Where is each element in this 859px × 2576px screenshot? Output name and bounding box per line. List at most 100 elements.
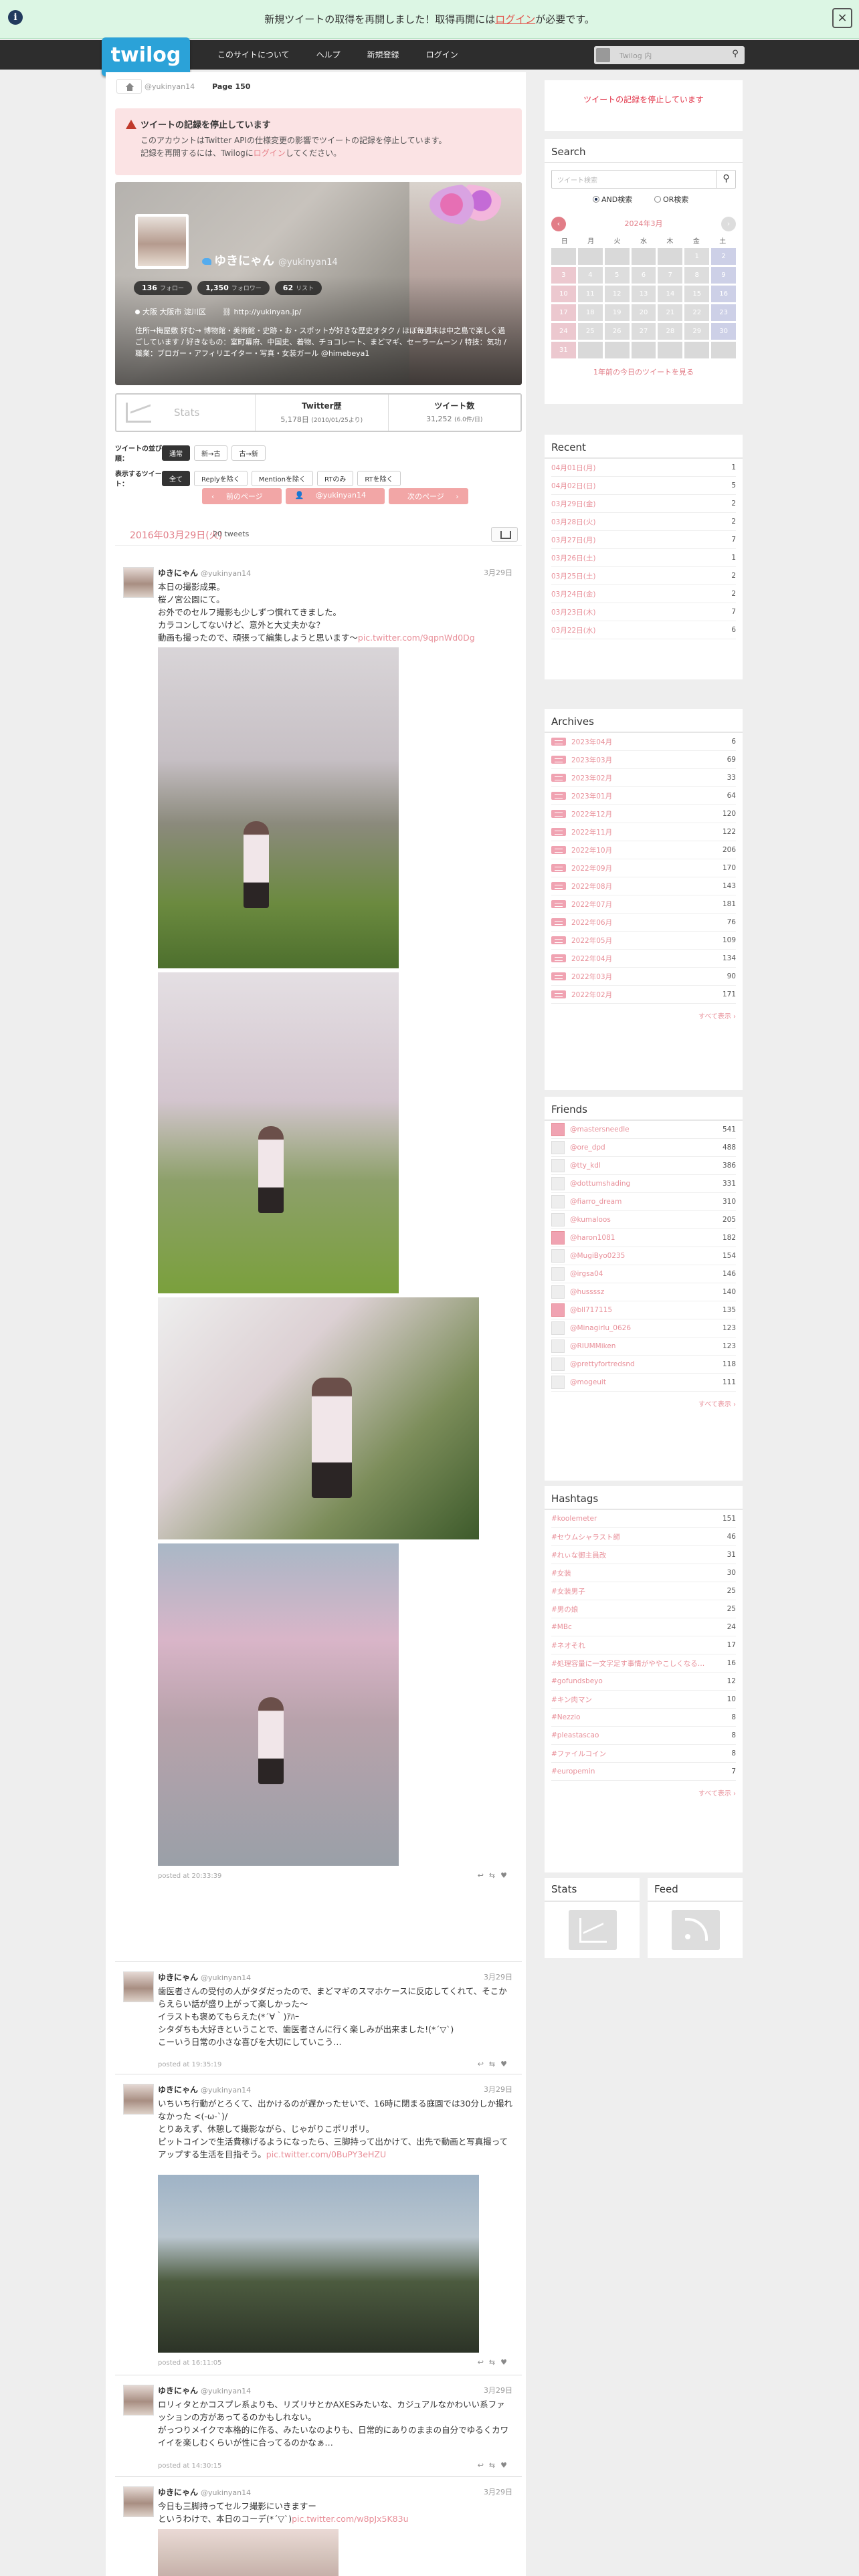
archive-item[interactable]: 2022年05月 109 — [551, 932, 736, 950]
recent-item-label[interactable]: 03月27日(月) — [551, 535, 595, 545]
tweet-date[interactable]: 3月29日 — [484, 2486, 512, 2497]
friend-item-label[interactable]: @mogeuit — [551, 1376, 606, 1389]
nav-signup[interactable]: 新規登録 — [354, 40, 413, 70]
tweet-date[interactable]: 3月29日 — [484, 567, 512, 578]
recent-item[interactable]: 03月28日(火) 2 — [551, 513, 736, 531]
calendar-day[interactable]: 24 — [551, 323, 576, 340]
archive-item-label[interactable]: 2022年08月 — [551, 881, 612, 891]
friend-item[interactable]: @mastersneedle 541 — [551, 1121, 736, 1139]
calendar-day[interactable]: 1 — [684, 248, 710, 265]
show-rt-only[interactable]: RTのみ — [316, 470, 354, 486]
friend-item-label[interactable]: @kumaloos — [551, 1213, 611, 1226]
friend-item[interactable]: @bll717115 135 — [551, 1301, 736, 1319]
recent-item-label[interactable]: 03月25日(土) — [551, 571, 595, 581]
friend-item[interactable]: @dottumshading 331 — [551, 1175, 736, 1193]
calendar-day[interactable]: 8 — [684, 267, 710, 284]
hashtag-item[interactable]: #MBc 24 — [551, 1618, 736, 1636]
calendar-day[interactable]: 9 — [711, 267, 736, 284]
tweet-actions[interactable]: ↩⇆♥ — [478, 2060, 512, 2068]
hashtag-item[interactable]: #女装 30 — [551, 1564, 736, 1582]
tweet-time[interactable]: posted at 14:30:15 — [158, 2462, 221, 2470]
calendar-next-button[interactable]: › — [721, 217, 736, 231]
recent-item-label[interactable]: 03月29日(金) — [551, 499, 595, 509]
tweet-actions[interactable]: ↩⇆♥ — [478, 1871, 512, 1880]
friend-item[interactable]: @hussssz 140 — [551, 1283, 736, 1301]
friend-item-label[interactable]: @ore_dpd — [551, 1141, 605, 1154]
archive-item[interactable]: 2023年01月 64 — [551, 787, 736, 805]
calendar-day[interactable]: 21 — [658, 304, 683, 321]
hashtag-item-label[interactable]: #女装 — [551, 1568, 571, 1578]
archive-item-label[interactable]: 2022年11月 — [551, 827, 612, 837]
stats-link[interactable]: Stats — [116, 395, 256, 431]
friend-item-label[interactable]: @bll717115 — [551, 1303, 612, 1317]
tweet-avatar[interactable] — [123, 2486, 154, 2517]
hashtag-item[interactable]: #キン肉マン 10 — [551, 1691, 736, 1709]
recent-item[interactable]: 04月02日(日) 5 — [551, 477, 736, 495]
hashtag-item-label[interactable]: #れぃな御主員改 — [551, 1550, 606, 1560]
friend-item[interactable]: @Minagirlu_0626 123 — [551, 1319, 736, 1337]
calendar-day[interactable]: 5 — [604, 267, 630, 284]
hashtag-item-label[interactable]: #キン肉マン — [551, 1695, 592, 1705]
calendar-day[interactable]: 18 — [577, 304, 603, 321]
tweet-photo[interactable] — [158, 2175, 479, 2353]
prev-page-button[interactable]: ‹ 前のページ — [202, 488, 282, 504]
tweet-photo[interactable] — [158, 647, 399, 968]
archive-item[interactable]: 2022年02月 171 — [551, 986, 736, 1004]
day-date[interactable]: 2016年03月29日(火) — [130, 528, 222, 542]
one-year-ago-link[interactable]: 1年前の今日のツイートを見る — [551, 366, 736, 377]
show-no-rt[interactable]: RTを除く — [357, 470, 401, 486]
feed-widget[interactable]: Feed — [648, 1878, 743, 1958]
calendar-day[interactable]: 6 — [631, 267, 656, 284]
archive-item-label[interactable]: 2022年07月 — [551, 899, 612, 909]
tweet-avatar[interactable] — [123, 2084, 154, 2115]
friend-item-label[interactable]: @irgsa04 — [551, 1267, 603, 1281]
tweet-photo[interactable] — [158, 972, 399, 1293]
tweet-author[interactable]: ゆきにゃん @yukinyan14 — [158, 567, 251, 578]
show-no-reply[interactable]: Replyを除く — [194, 470, 248, 486]
search-icon[interactable]: ⚲ — [717, 170, 735, 189]
friends-more-link[interactable]: すべて表示 › — [551, 1392, 736, 1415]
hashtag-item-label[interactable]: #ネオそれ — [551, 1640, 585, 1650]
hashtag-item-label[interactable]: #gofundsbeyo — [551, 1677, 603, 1685]
tweet-time[interactable]: posted at 20:33:39 — [158, 1872, 221, 1880]
rss-icon[interactable] — [672, 1910, 720, 1950]
home-icon[interactable] — [116, 79, 142, 94]
hashtag-item[interactable]: #処理容量に一文字足す事情がややこしくなる… 16 — [551, 1654, 736, 1673]
hashtag-item[interactable]: #ファイルコイン 8 — [551, 1745, 736, 1763]
archive-item[interactable]: 2022年08月 143 — [551, 877, 736, 895]
hashtags-more-link[interactable]: すべて表示 › — [551, 1781, 736, 1804]
tweet-avatar[interactable] — [123, 2385, 154, 2416]
archive-item[interactable]: 2022年07月 181 — [551, 895, 736, 914]
friend-item[interactable]: @mogeuit 111 — [551, 1374, 736, 1392]
hashtag-item-label[interactable]: #europemin — [551, 1767, 595, 1776]
profile-avatar[interactable] — [135, 214, 189, 269]
calendar-day[interactable]: 20 — [631, 304, 656, 321]
calendar-day[interactable]: 12 — [604, 286, 630, 302]
follower-count[interactable]: 1,350 フォロワー — [197, 281, 270, 295]
archive-item-label[interactable]: 2022年06月 — [551, 918, 612, 928]
calendar-day[interactable]: 11 — [577, 286, 603, 302]
list-count[interactable]: 62 リスト — [274, 281, 322, 295]
header-search-input[interactable]: Twilog 内 ⚲ — [594, 46, 745, 64]
calendar-day[interactable]: 16 — [711, 286, 736, 302]
hashtag-item-label[interactable]: #ファイルコイン — [551, 1749, 606, 1759]
hashtag-item-label[interactable]: #koolemeter — [551, 1515, 597, 1523]
hashtag-item[interactable]: #europemin 7 — [551, 1763, 736, 1781]
recent-item[interactable]: 03月22日(水) 6 — [551, 621, 736, 639]
next-page-button[interactable]: 次のページ › — [389, 488, 468, 504]
hashtag-item[interactable]: #男の娘 25 — [551, 1600, 736, 1618]
friend-item-label[interactable]: @dottumshading — [551, 1177, 630, 1190]
archives-more-link[interactable]: すべて表示 › — [551, 1004, 736, 1027]
tweet-search-input[interactable]: ツイート検索 ⚲ — [551, 170, 736, 189]
share-icon[interactable] — [491, 527, 518, 542]
friend-item-label[interactable]: @prettyfortredsnd — [551, 1358, 635, 1371]
archive-item[interactable]: 2022年09月 170 — [551, 859, 736, 877]
archive-item-label[interactable]: 2023年02月 — [551, 773, 612, 783]
hashtag-item-label[interactable]: #女装男子 — [551, 1586, 585, 1596]
calendar-day[interactable]: 28 — [658, 323, 683, 340]
archive-item[interactable]: 2022年12月 120 — [551, 805, 736, 823]
tweet-actions[interactable]: ↩⇆♥ — [478, 2358, 512, 2367]
tweet-author[interactable]: ゆきにゃん @yukinyan14 — [158, 1971, 251, 1983]
and-search-radio[interactable]: AND検索 — [593, 194, 632, 205]
friend-item-label[interactable]: @tty_kdl — [551, 1159, 601, 1172]
